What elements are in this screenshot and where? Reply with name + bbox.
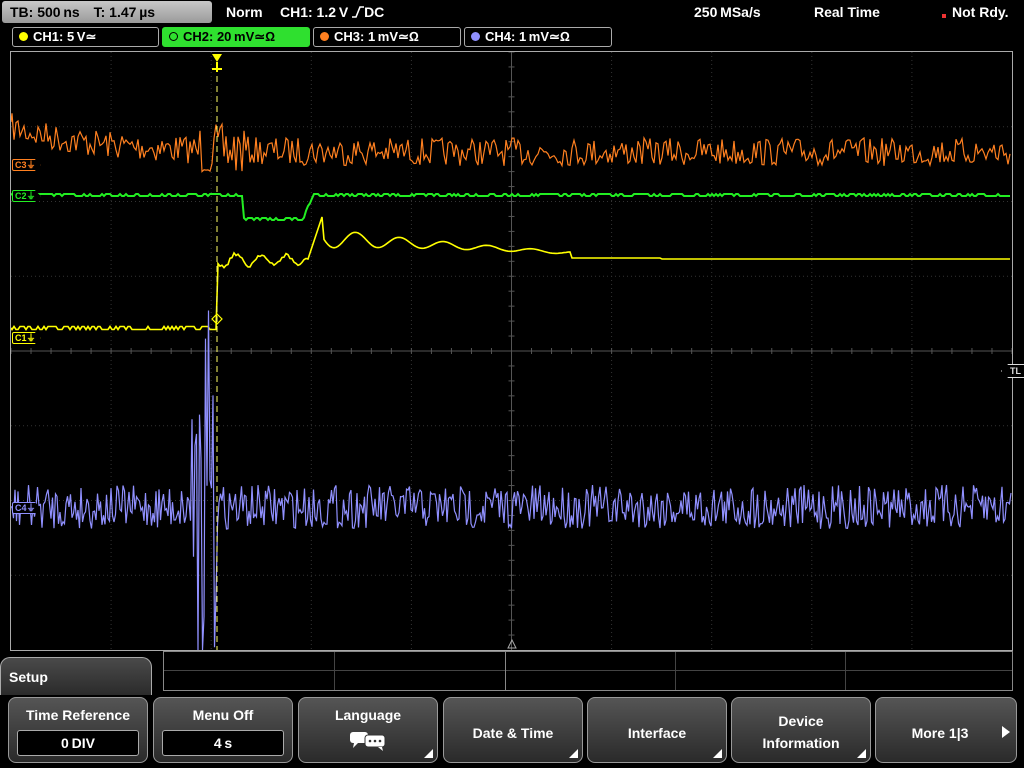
time-reference-button[interactable]: Time Reference 0 DIV <box>8 697 148 763</box>
strip-divider <box>675 652 676 690</box>
strip-divider <box>845 652 846 690</box>
ch3-color-dot-icon <box>320 32 329 41</box>
status-bar: TB: 500 ns T: 1.47 µs Norm CH1: 1.2 V DC… <box>0 0 1024 26</box>
trigger-time-value: T: 1.47 µs <box>93 4 156 20</box>
acquisition-mode: Real Time <box>814 4 880 20</box>
softkey-label-line2: Information <box>762 735 840 751</box>
softkey-bar: Time Reference 0 DIV Menu Off 4 s Langua… <box>0 695 1024 768</box>
submenu-indicator-icon <box>713 749 722 758</box>
strip-divider <box>164 670 1012 671</box>
submenu-indicator-icon <box>424 749 433 758</box>
trigger-mode[interactable]: Norm <box>226 4 263 20</box>
ch1-color-dot-icon <box>19 32 28 41</box>
ch4-offset-marker[interactable]: C4⏚ <box>12 502 41 514</box>
overview-strip <box>163 651 1013 691</box>
ch1-waveform <box>11 216 1010 331</box>
trigger-settings[interactable]: CH1: 1.2 V DC <box>280 4 384 20</box>
softkey-label: Menu Off <box>192 707 254 723</box>
speech-bubbles-icon <box>350 732 386 751</box>
softkey-label: More 1|3 <box>911 725 969 741</box>
waveform-canvas <box>11 52 1012 650</box>
channel-tab-ch3[interactable]: CH3: 1 mV≃Ω <box>313 27 461 47</box>
channel-tab-label: CH3: 1 mV≃Ω <box>334 29 419 44</box>
device-information-button[interactable]: Device Information <box>731 697 871 763</box>
submenu-indicator-icon <box>857 749 866 758</box>
ch4-color-dot-icon <box>471 32 480 41</box>
softkey-label: Time Reference <box>25 707 130 723</box>
softkey-label: Date & Time <box>472 725 554 741</box>
not-ready-indicator-icon <box>942 14 946 18</box>
ch2-offset-marker[interactable]: C2⏚ <box>12 190 41 202</box>
ch3-waveform <box>11 113 1011 173</box>
ch2-color-dot-icon <box>169 32 178 41</box>
ch3-offset-marker[interactable]: C3⏚ <box>12 159 41 171</box>
menu-title: Setup <box>0 657 152 695</box>
strip-divider <box>334 652 335 690</box>
ch1-offset-marker[interactable]: C1⏚ <box>12 332 41 344</box>
rising-edge-icon <box>352 6 365 18</box>
channel-tabs: CH1: 5 V≃ CH2: 20 mV≃Ω CH3: 1 mV≃Ω CH4: … <box>0 27 1024 49</box>
submenu-indicator-icon <box>569 749 578 758</box>
softkey-label: Language <box>334 707 402 723</box>
menu-off-value: 4 s <box>162 730 284 756</box>
channel-tab-label: CH4: 1 mV≃Ω <box>485 29 570 44</box>
timebase-box[interactable]: TB: 500 ns T: 1.47 µs <box>2 1 212 23</box>
waveform-display[interactable]: C3⏚ C2⏚ C1⏚ C4⏚ TL <box>10 51 1024 651</box>
channel-tab-ch1[interactable]: CH1: 5 V≃ <box>12 27 159 47</box>
softkey-label: Interface <box>627 725 687 741</box>
trigger-position-icon[interactable] <box>212 54 222 72</box>
date-time-button[interactable]: Date & Time <box>443 697 583 763</box>
softkey-label: Device <box>778 713 824 729</box>
trigger-coupling: DC <box>364 4 385 20</box>
strip-center-line <box>505 652 506 690</box>
timebase-value: TB: 500 ns <box>10 4 80 20</box>
menu-off-button[interactable]: Menu Off 4 s <box>153 697 293 763</box>
next-page-icon <box>1002 726 1010 738</box>
more-button[interactable]: More 1|3 <box>875 697 1017 763</box>
channel-tab-label: CH1: 5 V≃ <box>33 29 97 44</box>
channel-tab-ch2[interactable]: CH2: 20 mV≃Ω <box>162 27 310 47</box>
trigger-source: CH1: 1.2 V <box>280 4 349 20</box>
acquisition-state: Not Rdy. <box>952 4 1009 20</box>
sample-rate: 250 MSa/s <box>694 4 761 20</box>
language-button[interactable]: Language <box>298 697 438 763</box>
time-reference-value: 0 DIV <box>17 730 139 756</box>
channel-tab-label: CH2: 20 mV≃Ω <box>183 29 276 44</box>
channel-tab-ch4[interactable]: CH4: 1 mV≃Ω <box>464 27 612 47</box>
interface-button[interactable]: Interface <box>587 697 727 763</box>
